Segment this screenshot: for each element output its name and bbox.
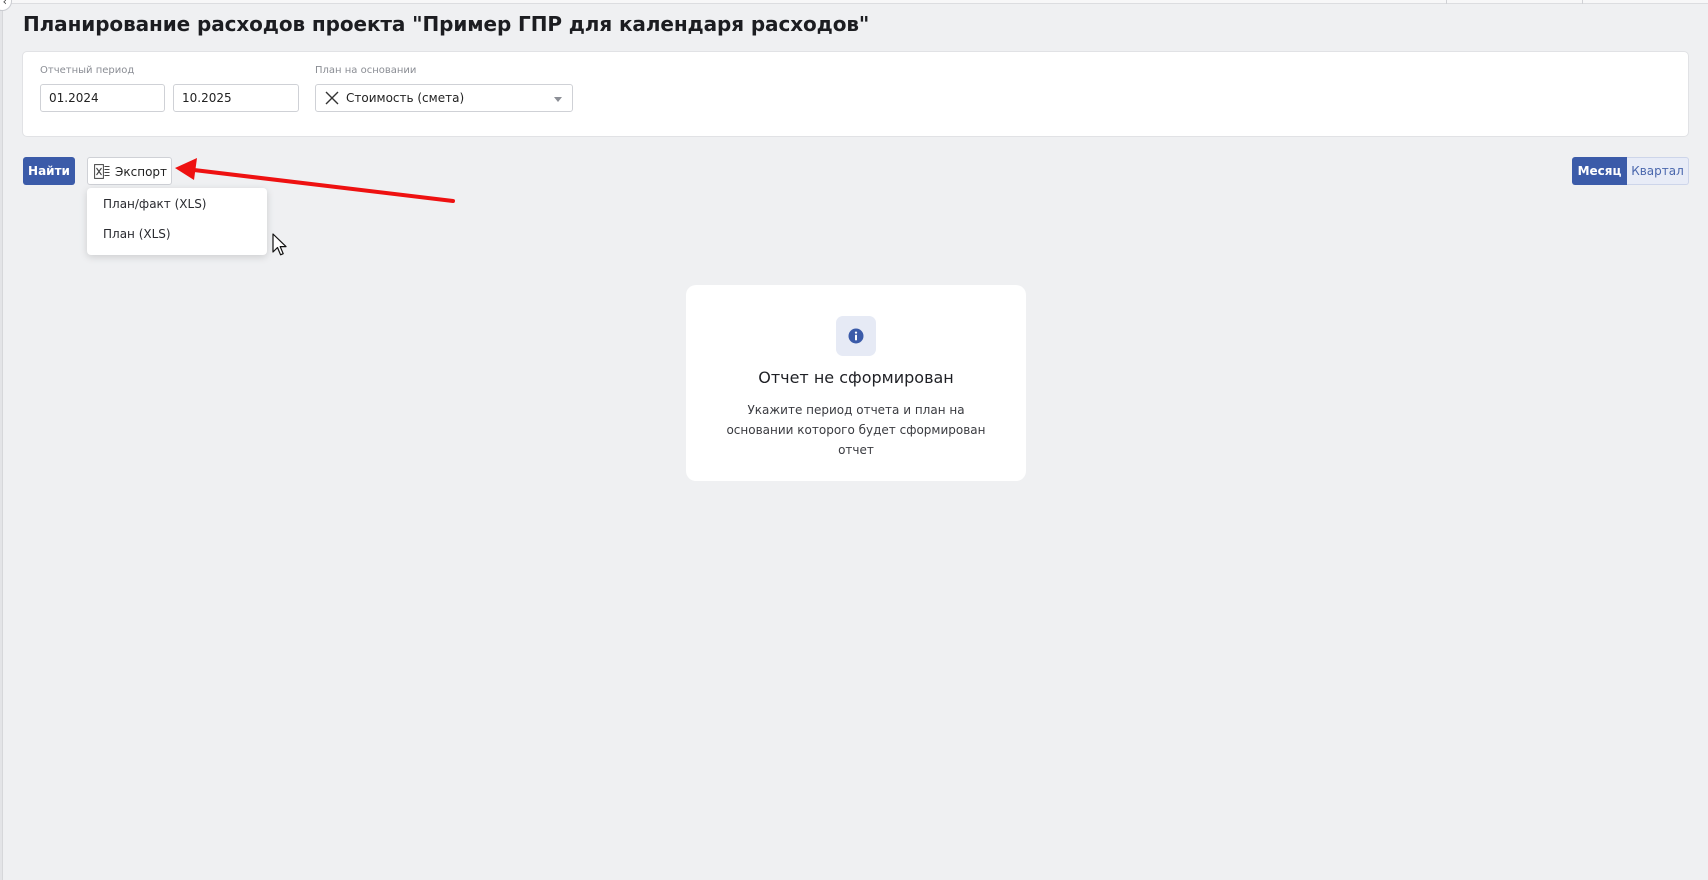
top-strip-divider bbox=[1582, 0, 1583, 4]
top-strip bbox=[0, 0, 1708, 4]
plan-basis-select[interactable]: Стоимость (смета) bbox=[315, 84, 573, 112]
period-to-input[interactable]: 10.2025 bbox=[173, 84, 299, 112]
export-dropdown-menu: План/факт (XLS) План (XLS) bbox=[87, 188, 267, 255]
info-icon-container bbox=[836, 316, 876, 356]
info-icon bbox=[848, 328, 864, 344]
chevron-down-icon[interactable] bbox=[554, 97, 562, 102]
empty-state-title: Отчет не сформирован bbox=[758, 368, 954, 387]
close-icon[interactable] bbox=[325, 91, 339, 105]
find-button[interactable]: Найти bbox=[23, 157, 75, 185]
period-from-input[interactable]: 01.2024 bbox=[40, 84, 165, 112]
quarter-toggle-button[interactable]: Квартал bbox=[1627, 157, 1689, 185]
page-title: Планирование расходов проекта "Пример ГП… bbox=[23, 12, 870, 36]
menu-item-plan-xls[interactable]: План (XLS) bbox=[103, 227, 171, 241]
empty-state-card: Отчет не сформирован Укажите период отче… bbox=[686, 285, 1026, 481]
export-button[interactable]: Экспорт bbox=[87, 157, 172, 185]
period-label: Отчетный период bbox=[40, 65, 135, 76]
top-strip-divider bbox=[1446, 0, 1447, 4]
plan-basis-value: Стоимость (смета) bbox=[346, 91, 465, 105]
excel-icon bbox=[94, 164, 110, 179]
menu-item-plan-fact-xls[interactable]: План/факт (XLS) bbox=[103, 197, 207, 211]
plan-basis-label: План на основании bbox=[315, 65, 417, 76]
month-toggle-button[interactable]: Месяц bbox=[1572, 157, 1627, 185]
left-panel-edge bbox=[0, 0, 3, 880]
export-button-label: Экспорт bbox=[115, 165, 168, 179]
mouse-cursor-icon bbox=[272, 233, 287, 256]
filter-panel: Отчетный период 01.2024 10.2025 План на … bbox=[22, 51, 1689, 137]
empty-state-description: Укажите период отчета и план на основани… bbox=[726, 403, 986, 457]
chevron-left-icon[interactable]: ‹ bbox=[0, 0, 12, 11]
period-granularity-toggle: Месяц Квартал bbox=[1572, 157, 1689, 185]
